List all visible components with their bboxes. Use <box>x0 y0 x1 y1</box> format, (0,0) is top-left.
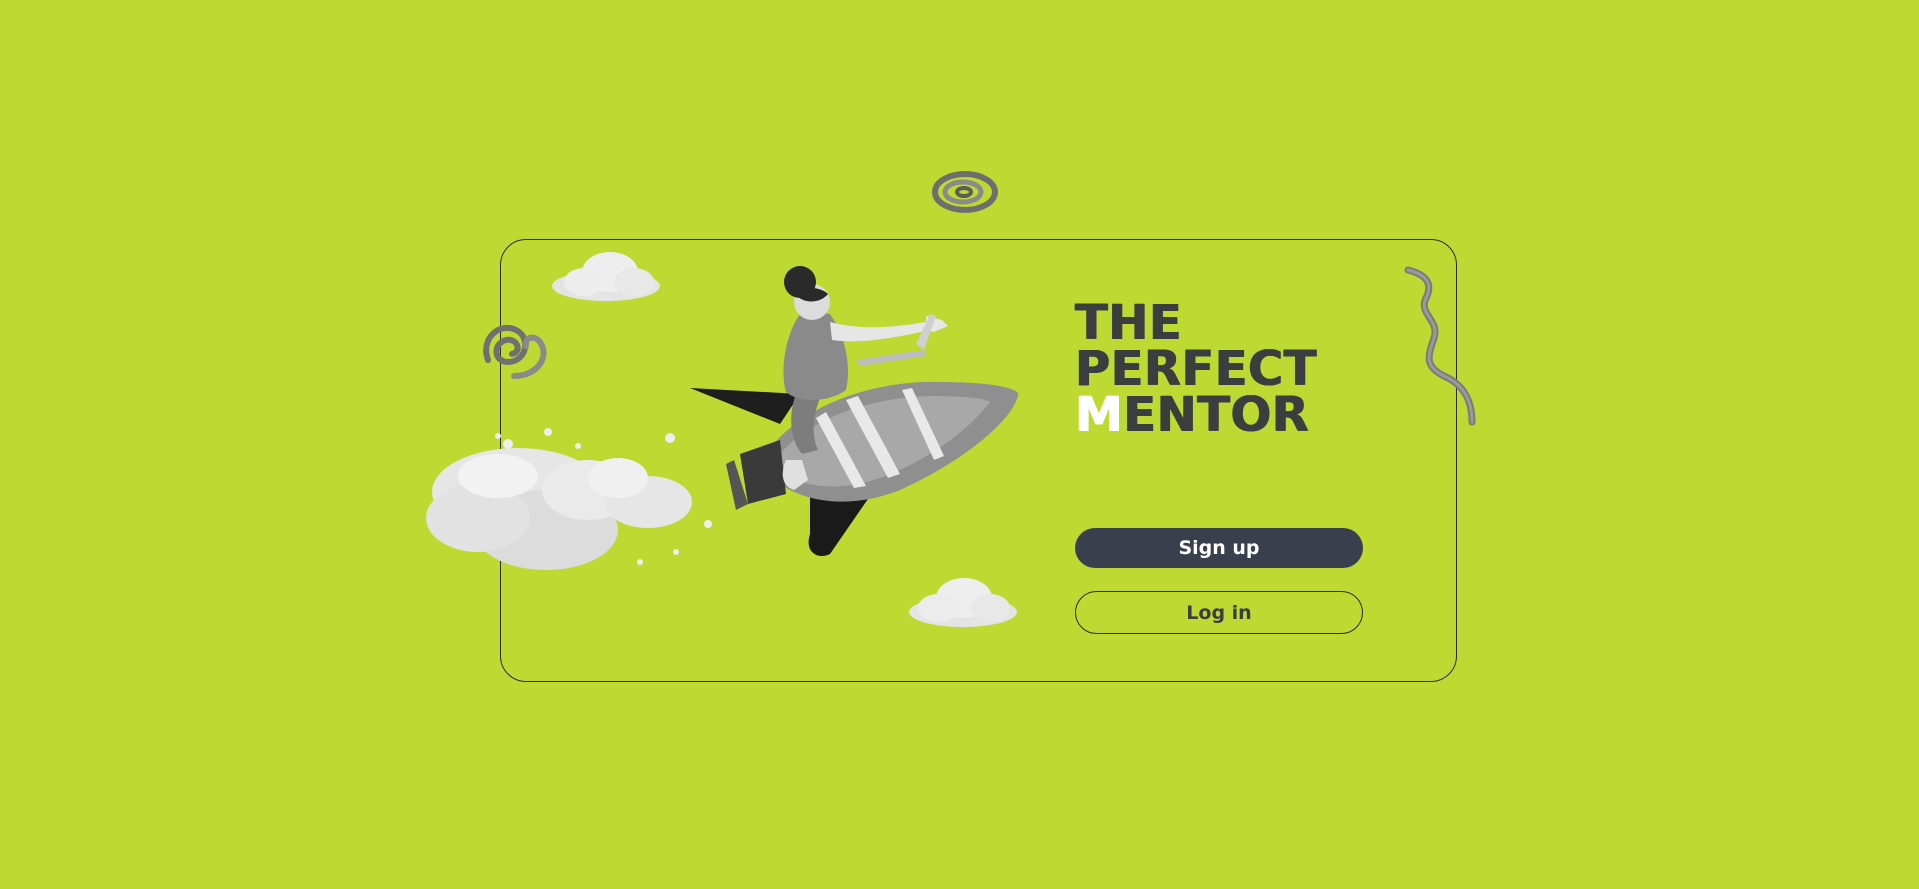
log-in-button[interactable]: Log in <box>1075 591 1363 634</box>
sign-up-button[interactable]: Sign up <box>1075 528 1363 568</box>
rocket-rider-illustration <box>690 266 1019 556</box>
cloud-small-top <box>552 252 660 301</box>
title-line-1: THE <box>1075 295 1183 351</box>
rocket-exhaust-cloud <box>426 428 712 570</box>
spiral-top-icon <box>932 171 998 213</box>
squiggle-right-icon <box>1404 266 1476 426</box>
title-line-3-rest: ENTOR <box>1123 387 1310 443</box>
landing-page: THE PERFECT MENTOR Sign up Log in <box>0 0 1919 889</box>
title-line-2: PERFECT <box>1075 341 1317 397</box>
cloud-small-bottom <box>909 578 1017 627</box>
spiral-left-icon <box>483 325 547 379</box>
title-accent-letter: M <box>1075 387 1124 443</box>
app-title: THE PERFECT MENTOR <box>1075 295 1317 439</box>
title-line-3: MENTOR <box>1075 391 1317 439</box>
